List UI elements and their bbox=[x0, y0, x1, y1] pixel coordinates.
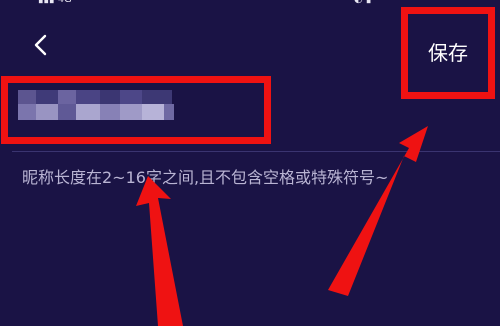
blurred-text bbox=[120, 90, 142, 104]
blurred-text bbox=[36, 90, 58, 104]
blurred-text bbox=[76, 104, 100, 120]
blurred-text bbox=[36, 104, 58, 120]
arrow-to-input bbox=[136, 176, 183, 326]
blurred-text bbox=[18, 104, 36, 120]
nickname-input[interactable] bbox=[10, 88, 260, 138]
blurred-text bbox=[142, 90, 172, 104]
signal-icon: ▮▮▮ 4G bbox=[38, 0, 72, 5]
save-button[interactable]: 保存 bbox=[418, 38, 478, 68]
chevron-left-icon bbox=[34, 34, 47, 56]
blurred-text bbox=[18, 90, 36, 104]
divider bbox=[12, 151, 500, 152]
blurred-text bbox=[164, 104, 174, 120]
blurred-text bbox=[76, 90, 100, 104]
blurred-text bbox=[120, 104, 142, 120]
back-button[interactable] bbox=[30, 33, 54, 57]
blurred-text bbox=[100, 104, 120, 120]
nickname-hint: 昵称长度在2~16字之间,且不包含空格或特殊符号~ bbox=[22, 168, 389, 187]
blurred-text bbox=[142, 104, 164, 120]
blurred-text bbox=[58, 90, 76, 104]
blurred-text bbox=[58, 104, 76, 120]
battery-icon: ◐ ▮ bbox=[354, 0, 371, 5]
blurred-text bbox=[100, 90, 120, 104]
